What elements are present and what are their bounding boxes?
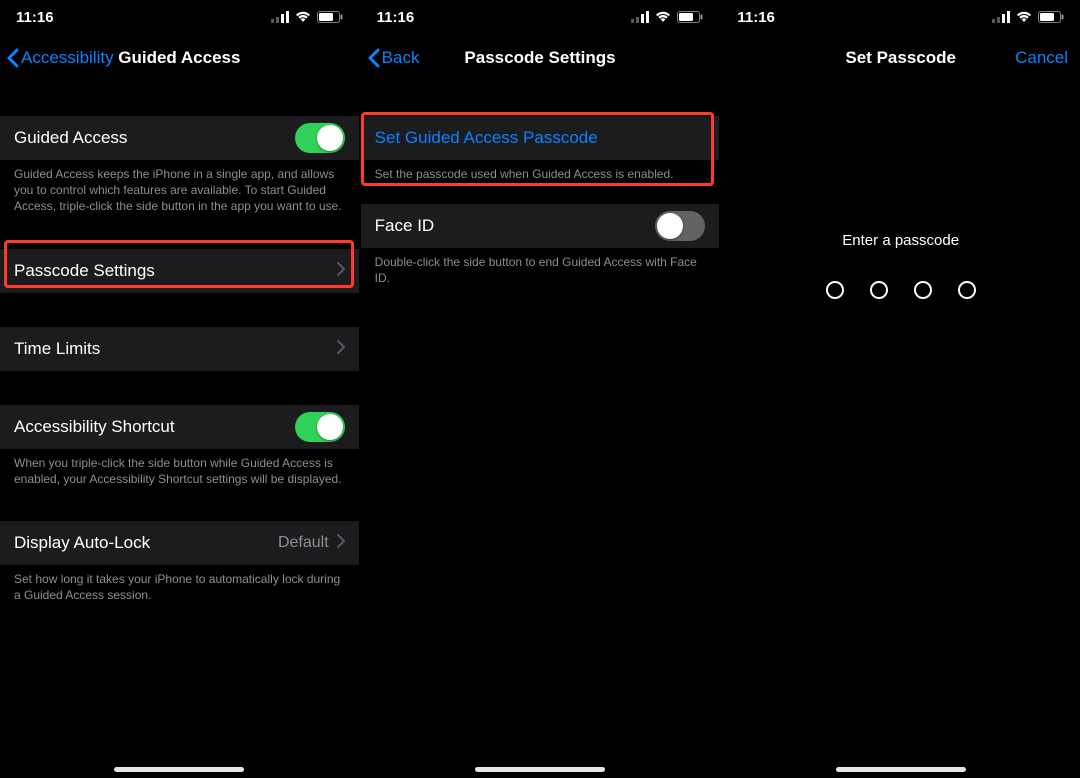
screen-guided-access: 11:16 Accessibility Guided Access Guided…	[0, 0, 359, 778]
status-indicators	[631, 11, 703, 23]
chevron-right-icon	[337, 533, 345, 553]
row-label: Passcode Settings	[14, 261, 337, 281]
passcode-dot	[914, 281, 932, 299]
wifi-icon	[655, 11, 671, 23]
passcode-dot	[826, 281, 844, 299]
row-label: Set Guided Access Passcode	[375, 128, 706, 148]
passcode-dot	[958, 281, 976, 299]
back-label: Accessibility	[21, 48, 114, 68]
back-button[interactable]: Back	[367, 34, 420, 82]
footer-text: When you triple-click the side button wh…	[0, 449, 359, 487]
footer-text: Set how long it takes your iPhone to aut…	[0, 565, 359, 603]
battery-icon	[317, 11, 343, 23]
passcode-dot	[870, 281, 888, 299]
row-label: Guided Access	[14, 128, 295, 148]
toggle-accessibility-shortcut[interactable]	[295, 412, 345, 442]
screen-passcode-settings: 11:16 Back Passcode Settings Set Guided …	[359, 0, 720, 778]
row-label: Face ID	[375, 216, 656, 236]
status-indicators	[992, 11, 1064, 23]
status-time: 11:16	[16, 9, 54, 26]
row-passcode-settings[interactable]: Passcode Settings	[0, 249, 359, 293]
back-button[interactable]: Accessibility	[6, 34, 114, 82]
navbar: Accessibility Guided Access	[0, 34, 359, 82]
passcode-prompt: Enter a passcode	[721, 232, 1080, 249]
chevron-left-icon	[367, 48, 380, 68]
chevron-right-icon	[337, 339, 345, 359]
footer-text: Double-click the side button to end Guid…	[361, 248, 720, 286]
screen-set-passcode: 11:16 Set Passcode Cancel Enter a passco…	[719, 0, 1080, 778]
toggle-face-id[interactable]	[655, 211, 705, 241]
footer-text: Set the passcode used when Guided Access…	[361, 160, 720, 182]
battery-icon	[677, 11, 703, 23]
row-label: Display Auto-Lock	[14, 533, 278, 553]
page-title: Set Passcode	[845, 48, 956, 68]
row-label: Time Limits	[14, 339, 337, 359]
status-indicators	[271, 11, 343, 23]
status-bar: 11:16	[0, 0, 359, 34]
cancel-label: Cancel	[1015, 48, 1068, 68]
row-accessibility-shortcut[interactable]: Accessibility Shortcut	[0, 405, 359, 449]
status-bar: 11:16	[361, 0, 720, 34]
page-title: Guided Access	[118, 48, 240, 68]
row-label: Accessibility Shortcut	[14, 417, 295, 437]
navbar: Back Passcode Settings	[361, 34, 720, 82]
status-time: 11:16	[377, 9, 415, 26]
row-face-id[interactable]: Face ID	[361, 204, 720, 248]
row-set-guided-access-passcode[interactable]: Set Guided Access Passcode	[361, 116, 720, 160]
wifi-icon	[295, 11, 311, 23]
wifi-icon	[1016, 11, 1032, 23]
home-indicator[interactable]	[114, 767, 244, 772]
cellular-icon	[631, 11, 649, 23]
cellular-icon	[992, 11, 1010, 23]
home-indicator[interactable]	[836, 767, 966, 772]
row-time-limits[interactable]: Time Limits	[0, 327, 359, 371]
footer-text: Guided Access keeps the iPhone in a sing…	[0, 160, 359, 215]
row-guided-access-toggle[interactable]: Guided Access	[0, 116, 359, 160]
cellular-icon	[271, 11, 289, 23]
row-display-auto-lock[interactable]: Display Auto-Lock Default	[0, 521, 359, 565]
status-bar: 11:16	[721, 0, 1080, 34]
navbar: Set Passcode Cancel	[721, 34, 1080, 82]
back-label: Back	[382, 48, 420, 68]
page-title: Passcode Settings	[464, 48, 615, 68]
home-indicator[interactable]	[475, 767, 605, 772]
row-value: Default	[278, 534, 329, 552]
passcode-dots	[721, 281, 1080, 299]
chevron-right-icon	[337, 261, 345, 281]
toggle-guided-access[interactable]	[295, 123, 345, 153]
battery-icon	[1038, 11, 1064, 23]
cancel-button[interactable]: Cancel	[1015, 34, 1068, 82]
chevron-left-icon	[6, 48, 19, 68]
status-time: 11:16	[737, 9, 775, 26]
